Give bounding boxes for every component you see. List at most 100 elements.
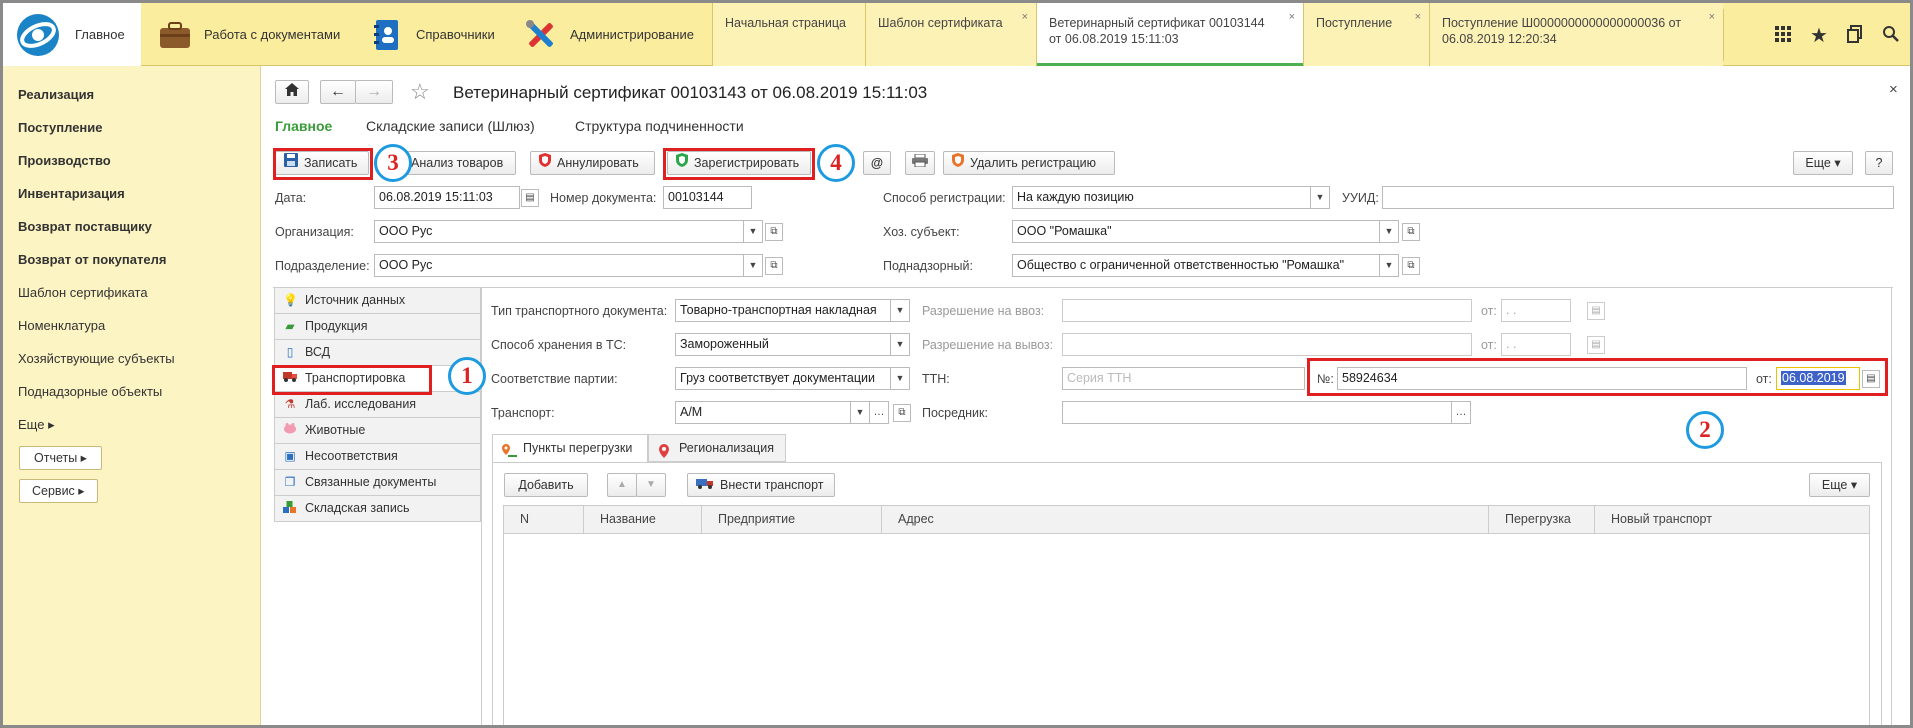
column-header-n[interactable]: N [504, 506, 584, 534]
section-administration[interactable]: Администрирование [524, 3, 694, 66]
calendar-icon[interactable]: ▤ [521, 189, 539, 207]
close-icon[interactable]: × [1415, 9, 1421, 25]
export-permit-field[interactable] [1062, 333, 1472, 356]
star-icon[interactable]: ★ [1807, 23, 1831, 48]
nav-item-lab-research[interactable]: ⚗ Лаб. исследования [274, 392, 481, 418]
nav-item-data-source[interactable]: 💡 Источник данных [274, 288, 481, 314]
sidebar-item-production[interactable]: Производство [18, 153, 111, 168]
open-link-icon[interactable]: ⧉ [1402, 257, 1420, 275]
open-link-icon[interactable]: ⧉ [765, 223, 783, 241]
section-main[interactable]: Главное [3, 3, 141, 66]
favorite-star-icon[interactable]: ☆ [410, 79, 430, 105]
subtab-warehouse-records[interactable]: Складские записи (Шлюз) [366, 118, 535, 134]
close-icon[interactable]: × [1709, 9, 1715, 25]
sidebar-item-certificate-template[interactable]: Шаблон сертификата [18, 285, 148, 300]
column-header-transshipment[interactable]: Перегрузка [1489, 506, 1595, 534]
column-header-enterprise[interactable]: Предприятие [702, 506, 882, 534]
move-up-button[interactable]: ▲ [607, 473, 637, 497]
subtab-main[interactable]: Главное [275, 118, 332, 134]
sidebar-item-receipts[interactable]: Поступление [18, 120, 103, 135]
chevron-down-icon[interactable]: ▼ [850, 401, 870, 424]
tab-regionalization[interactable]: Регионализация [648, 434, 786, 462]
tab-certificate-template[interactable]: Шаблон сертификата × [865, 3, 1036, 66]
open-link-icon[interactable]: ⧉ [1402, 223, 1420, 241]
tab-home-page[interactable]: Начальная страница [712, 3, 865, 66]
section-directories[interactable]: Справочники [370, 3, 495, 66]
tab-receipt[interactable]: Поступление × [1303, 3, 1429, 66]
close-icon[interactable]: × [1289, 9, 1295, 25]
import-permit-field[interactable] [1062, 299, 1472, 322]
subtab-subordination[interactable]: Структура подчиненности [575, 118, 744, 134]
tab-vet-certificate[interactable]: Ветеринарный сертификат 00103144 от 06.0… [1036, 3, 1303, 67]
help-button[interactable]: ? [1865, 151, 1893, 175]
chevron-down-icon[interactable]: ▼ [1310, 186, 1330, 209]
sidebar-item-business-entities[interactable]: Хозяйствующие субъекты [18, 351, 175, 366]
nav-item-animals[interactable]: Животные [274, 418, 481, 444]
move-down-button[interactable]: ▼ [636, 473, 666, 497]
column-header-new-transport[interactable]: Новый транспорт [1595, 506, 1869, 534]
delete-registration-button[interactable]: Удалить регистрацию [943, 151, 1115, 175]
add-button[interactable]: Добавить [504, 473, 588, 497]
chevron-down-icon[interactable]: ▼ [890, 333, 910, 356]
select-ellipsis-button[interactable]: … [1451, 401, 1471, 424]
sidebar-item-nomenclature[interactable]: Номенклатура [18, 318, 105, 333]
print-button[interactable] [905, 151, 935, 175]
more-actions-button[interactable]: Еще ▾ [1793, 151, 1853, 175]
sidebar-item-supervised-objects[interactable]: Поднадзорные объекты [18, 384, 162, 399]
search-icon[interactable] [1879, 23, 1903, 48]
close-document-icon[interactable]: × [1889, 81, 1898, 98]
chevron-down-icon[interactable]: ▼ [1379, 254, 1399, 277]
sidebar-item-sales[interactable]: Реализация [18, 87, 94, 102]
nav-item-warehouse-record[interactable]: Складская запись [274, 496, 481, 522]
open-link-icon[interactable]: ⧉ [765, 257, 783, 275]
table-more-button[interactable]: Еще ▾ [1809, 473, 1870, 497]
column-header-name[interactable]: Название [584, 506, 702, 534]
sidebar-item-inventory[interactable]: Инвентаризация [18, 186, 125, 201]
sidebar-item-return-to-supplier[interactable]: Возврат поставщику [18, 219, 152, 234]
regmode-field[interactable]: На каждую позицию [1012, 186, 1312, 209]
home-button[interactable] [275, 80, 309, 104]
uuid-field[interactable] [1382, 186, 1894, 209]
date-field[interactable]: 06.08.2019 15:11:03 [374, 186, 520, 209]
storage-field[interactable]: Замороженный [675, 333, 893, 356]
service-button[interactable]: Сервис ▸ [19, 479, 98, 503]
nav-item-linked-docs[interactable]: ❐ Связанные документы [274, 470, 481, 496]
close-icon[interactable]: × [1022, 9, 1028, 25]
chevron-down-icon[interactable]: ▼ [1379, 220, 1399, 243]
subject-field[interactable]: ООО "Ромашка" [1012, 220, 1384, 243]
vehicle-field[interactable]: А/М [675, 401, 855, 424]
organization-field[interactable]: ООО Рус [374, 220, 746, 243]
tab-transshipment-points[interactable]: Пункты перегрузки [492, 434, 648, 463]
supervised-field[interactable]: Общество с ограниченной ответственностью… [1012, 254, 1384, 277]
sidebar-item-more[interactable]: Еще ▸ [18, 417, 55, 433]
select-ellipsis-button[interactable]: … [869, 401, 889, 424]
department-field[interactable]: ООО Рус [374, 254, 746, 277]
docnum-field[interactable]: 00103144 [663, 186, 752, 209]
column-header-address[interactable]: Адрес [882, 506, 1489, 534]
nav-item-products[interactable]: ▰ Продукция [274, 314, 481, 340]
ttn-series-field[interactable]: Серия ТТН [1062, 367, 1305, 390]
tab-receipt-document[interactable]: Поступление Ш0000000000000000036 от 06.0… [1429, 3, 1723, 66]
open-link-icon[interactable]: ⧉ [893, 404, 911, 422]
add-transport-button[interactable]: Внести транспорт [687, 473, 835, 497]
intermediary-field[interactable] [1062, 401, 1452, 424]
analyze-goods-button[interactable]: Анализ товаров [402, 151, 516, 175]
back-button[interactable]: ← [320, 80, 356, 104]
apps-grid-icon[interactable] [1771, 23, 1795, 48]
nav-item-nonconformities[interactable]: ▣ Несоответствия [274, 444, 481, 470]
chevron-down-icon[interactable]: ▼ [743, 220, 763, 243]
nav-item-vsd[interactable]: ▯ ВСД [274, 340, 481, 366]
section-documents[interactable]: Работа с документами [158, 3, 340, 66]
calendar-icon[interactable]: ▤ [1587, 336, 1605, 354]
batch-match-field[interactable]: Груз соответствует документации [675, 367, 893, 390]
email-button[interactable]: @ [863, 151, 891, 175]
import-date-field[interactable]: . . [1501, 299, 1571, 322]
annul-button[interactable]: Аннулировать [530, 151, 655, 175]
history-icon[interactable] [1843, 23, 1867, 49]
chevron-down-icon[interactable]: ▼ [743, 254, 763, 277]
sidebar-item-return-from-customer[interactable]: Возврат от покупателя [18, 252, 166, 267]
calendar-icon[interactable]: ▤ [1587, 302, 1605, 320]
forward-button[interactable]: → [355, 80, 393, 104]
transshipment-table[interactable]: N Название Предприятие Адрес Перегрузка … [503, 505, 1870, 725]
reports-button[interactable]: Отчеты ▸ [19, 446, 102, 470]
